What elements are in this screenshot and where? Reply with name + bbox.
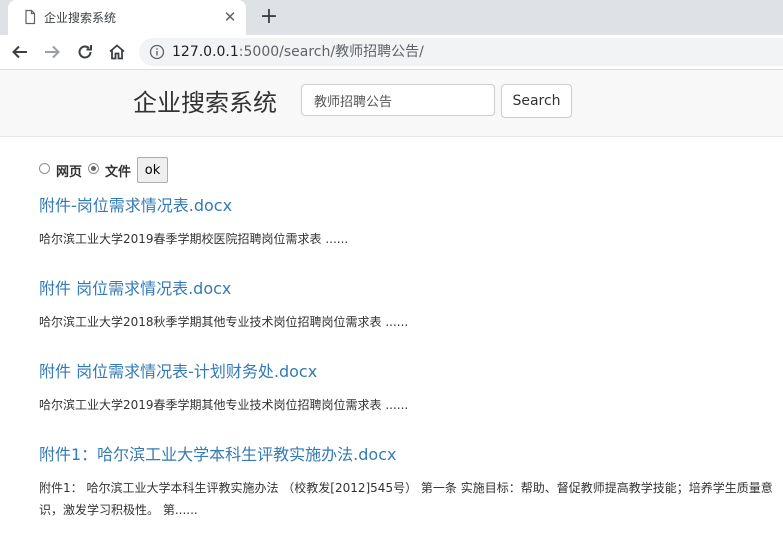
- forward-arrow-icon[interactable]: [42, 42, 62, 62]
- search-input[interactable]: [301, 84, 495, 116]
- browser-tab[interactable]: 企业搜索系统 ✕: [8, 0, 246, 35]
- result-snippet: 哈尔滨工业大学2019春季学期其他专业技术岗位招聘岗位需求表 ......: [39, 398, 409, 412]
- result-title-link[interactable]: 附件 岗位需求情况表-计划财务处.docx: [39, 362, 783, 382]
- info-icon[interactable]: [149, 44, 165, 60]
- browser-tab-bar: 企业搜索系统 ✕ +: [0, 0, 783, 35]
- search-result: 附件-岗位需求情况表.docx 哈尔滨工业大学2019春季学期校医院招聘岗位需求…: [39, 196, 783, 250]
- web-radio[interactable]: [39, 163, 50, 174]
- web-radio-label: 网页: [56, 165, 83, 180]
- ok-button[interactable]: ok: [137, 157, 168, 183]
- search-result: 附件 岗位需求情况表-计划财务处.docx 哈尔滨工业大学2019春季学期其他专…: [39, 362, 783, 416]
- url-path: :5000/search/教师招聘公告/: [238, 44, 424, 60]
- site-brand[interactable]: 企业搜索系统: [133, 83, 277, 118]
- result-title-link[interactable]: 附件1：哈尔滨工业大学本科生评教实施办法.docx: [39, 445, 783, 465]
- file-radio-label: 文件: [105, 165, 132, 180]
- result-snippet: 附件1： 哈尔滨工业大学本科生评教实施办法 （校教发[2012]545号） 第一…: [39, 481, 773, 517]
- result-title-link[interactable]: 附件-岗位需求情况表.docx: [39, 196, 783, 216]
- result-title-link[interactable]: 附件 岗位需求情况表.docx: [39, 279, 783, 299]
- search-button[interactable]: Search: [501, 84, 572, 118]
- url-text: 127.0.0.1:5000/search/教师招聘公告/: [172, 43, 424, 61]
- result-snippet: 哈尔滨工业大学2019春季学期校医院招聘岗位需求表 ......: [39, 232, 349, 246]
- reload-icon[interactable]: [75, 42, 95, 62]
- document-icon: [25, 9, 36, 25]
- home-icon[interactable]: [107, 42, 127, 62]
- new-tab-icon[interactable]: +: [259, 6, 279, 28]
- url-host: 127.0.0.1: [172, 44, 239, 60]
- tab-title: 企业搜索系统: [44, 11, 117, 25]
- close-tab-icon[interactable]: ✕: [222, 9, 238, 25]
- site-navbar: 企业搜索系统 Search: [0, 70, 783, 137]
- file-radio[interactable]: [88, 163, 99, 174]
- search-result: 附件1：哈尔滨工业大学本科生评教实施办法.docx 附件1： 哈尔滨工业大学本科…: [39, 445, 783, 521]
- browser-toolbar: 127.0.0.1:5000/search/教师招聘公告/: [0, 35, 783, 70]
- result-snippet: 哈尔滨工业大学2018秋季学期其他专业技术岗位招聘岗位需求表 ......: [39, 315, 409, 329]
- search-result: 附件 岗位需求情况表.docx 哈尔滨工业大学2018秋季学期其他专业技术岗位招…: [39, 279, 783, 333]
- address-bar[interactable]: 127.0.0.1:5000/search/教师招聘公告/: [139, 38, 783, 66]
- back-arrow-icon[interactable]: [10, 42, 30, 62]
